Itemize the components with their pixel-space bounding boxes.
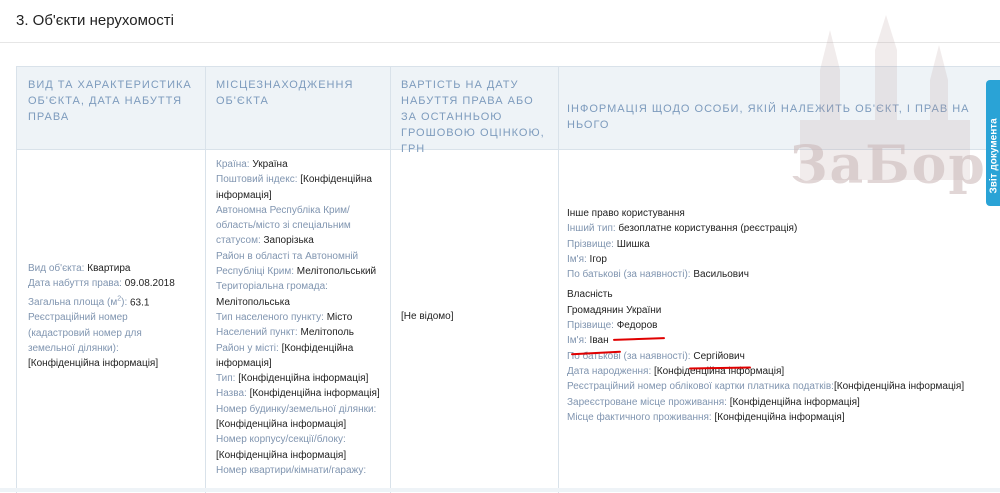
region-value: Запорізька <box>263 235 314 247</box>
ownership-type: Власність <box>567 289 613 301</box>
actual-address-value: [Конфіденційна інформація] <box>714 411 845 423</box>
real-estate-table: ВИД ТА ХАРАКТЕРИСТИКА ОБ'ЄКТА, ДАТА НАБУ… <box>16 66 1000 493</box>
header-object-type: ВИД ТА ХАРАКТЕРИСТИКА ОБ'ЄКТА, ДАТА НАБУ… <box>28 79 192 123</box>
acquisition-date-value: 09.08.2018 <box>124 278 175 290</box>
column-divider-2 <box>390 67 391 493</box>
district-label-2: Республіці Крим: <box>216 266 295 278</box>
acquisition-date-label: Дата набуття права: <box>28 278 122 290</box>
citizenship: Громадянин України <box>567 304 662 316</box>
patronymic-value: Васильович <box>693 269 749 281</box>
first-name-value: Ігор <box>589 253 607 265</box>
building-number-label: Номер корпусу/секції/блоку: <box>216 434 346 446</box>
owner-cell: Інше право користування Інший тип: безоп… <box>567 206 987 425</box>
registered-address-label: Зареєстроване місце проживання: <box>567 396 727 408</box>
tax-number-value: [Конфіденційна інформація] <box>833 381 965 393</box>
region-label-2: область/місто зі спеціальним <box>216 220 351 232</box>
first-name-label: Ім'я: <box>567 253 587 265</box>
house-number-label: Номер будинку/земельної ділянки: <box>216 403 377 415</box>
section-title: 3. Об'єкти нерухомості <box>16 12 174 29</box>
postal-label: Поштовий індекс: <box>216 174 298 186</box>
header-value: ВАРТІСТЬ НА ДАТУ НАБУТТЯ ПРАВА АБО ЗА ОС… <box>401 79 545 155</box>
city-district-value-cont: інформація] <box>216 357 272 369</box>
community-value: Мелітопольська <box>216 296 290 308</box>
location-cell: Країна: Україна Поштовий індекс: [Конфід… <box>216 157 386 478</box>
title-divider <box>0 42 1000 43</box>
district-value: Мелітопольський <box>296 266 377 278</box>
cadastral-label-1: Реєстраційний номер <box>28 312 128 324</box>
owner-first-name-value: Іван <box>589 335 609 347</box>
object-type-label: Вид об'єкта: <box>28 263 85 274</box>
cadastral-label-2: (кадастровий номер для <box>28 327 142 339</box>
country-value: Україна <box>252 159 288 170</box>
patronymic-label: По батькові (за наявності): <box>567 269 691 281</box>
surname-value: Шишка <box>616 238 650 250</box>
header-owner-info: ІНФОРМАЦІЯ ЩОДО ОСОБИ, ЯКІЙ НАЛЕЖИТЬ ОБ'… <box>567 103 970 131</box>
city-district-label: Район у місті: <box>216 342 279 354</box>
object-type-value: Квартира <box>87 263 131 274</box>
city-district-value: [Конфіденційна <box>281 342 354 354</box>
apartment-number-label: Номер квартири/кімнати/гаражу: <box>216 464 367 476</box>
settlement-type-label: Тип населеного пункту: <box>216 311 324 323</box>
postal-value-cont: інформація] <box>216 189 272 201</box>
birth-date-label: Дата народження: <box>567 365 652 377</box>
region-label-1: Автономна Республіка Крим/ <box>216 204 350 216</box>
settlement-type-value: Місто <box>326 311 353 323</box>
value-cell: [Не відомо] <box>401 311 454 322</box>
area-value: 63.1 <box>130 296 150 308</box>
side-report-tab[interactable]: Звіт документа <box>986 80 1000 206</box>
object-cell: Вид об'єкта: Квартира Дата набуття права… <box>28 261 198 371</box>
street-type-value: [Конфіденційна інформація] <box>238 373 369 385</box>
street-name-label: Назва: <box>216 388 247 400</box>
settlement-value: Мелітополь <box>300 327 355 339</box>
owner-patronymic-value: Сергійович <box>693 350 745 362</box>
street-name-value: [Конфіденційна інформація] <box>249 388 380 400</box>
watermark-text: ЗаБор <box>790 135 987 196</box>
bottom-divider <box>0 488 1000 492</box>
header-location: МІСЦЕЗНАХОДЖЕННЯ ОБ'ЄКТА <box>216 79 354 107</box>
cadastral-value: [Конфіденційна інформація] <box>28 358 159 370</box>
other-type-label: Інший тип: <box>567 223 616 235</box>
building-number-value: [Конфіденційна інформація] <box>216 449 347 461</box>
right-type: Інше право користування <box>567 208 685 219</box>
column-divider-3 <box>558 67 559 493</box>
cadastral-label-3: земельної ділянки): <box>28 342 119 354</box>
street-type-label: Тип: <box>216 373 236 385</box>
house-number-value: [Конфіденційна інформація] <box>216 419 347 431</box>
area-label: Загальна площа (м2): <box>28 295 128 308</box>
registered-address-value: [Конфіденційна інформація] <box>729 396 860 408</box>
owner-surname-value: Федоров <box>616 320 658 332</box>
other-type-value: безоплатне користування (реєстрація) <box>618 223 798 235</box>
actual-address-label: Місце фактичного проживання: <box>567 411 712 423</box>
owner-surname-label: Прізвище: <box>567 320 614 332</box>
side-report-tab-label: Звіт документа <box>988 118 1000 194</box>
surname-label: Прізвище: <box>567 238 614 250</box>
owner-first-name-label: Ім'я: <box>567 335 587 347</box>
district-label-1: Район в області та Автономній <box>216 250 359 262</box>
settlement-label: Населений пункт: <box>216 327 298 339</box>
community-label: Територіальна громада: <box>216 281 328 293</box>
tax-number-label: Реєстраційний номер облікової картки пла… <box>567 381 834 393</box>
postal-value: [Конфіденційна <box>300 174 372 186</box>
country-label: Країна: <box>216 159 250 170</box>
region-label-3: статусом: <box>216 235 261 247</box>
column-divider-1 <box>205 67 206 493</box>
